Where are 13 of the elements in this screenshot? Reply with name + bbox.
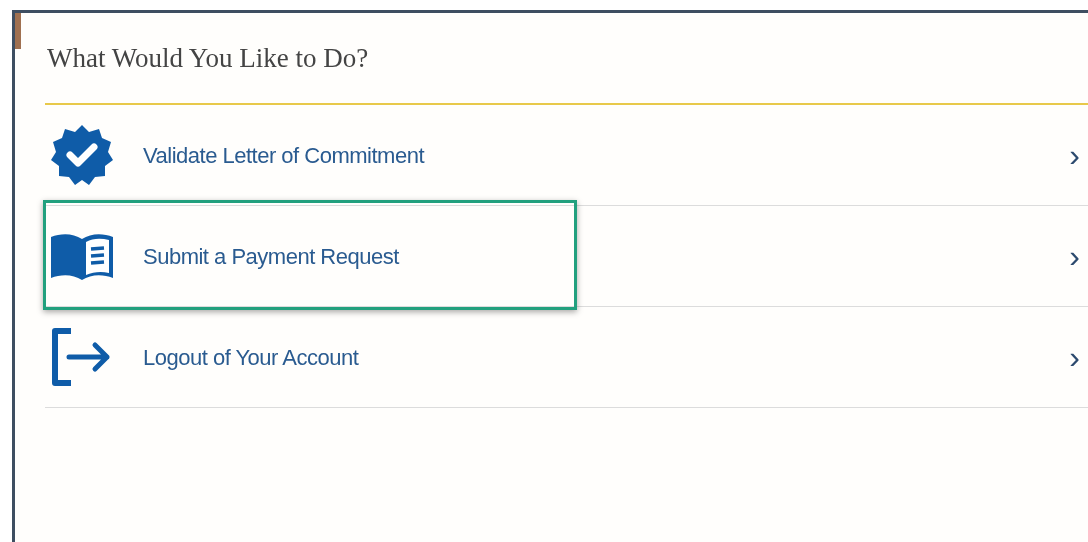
menu-item[interactable]: Validate Letter of Commitment › [45,105,1088,206]
panel-title: What Would You Like to Do? [46,41,369,75]
menu-item[interactable]: Logout of Your Account › [45,307,1088,408]
menu-item-label: Submit a Payment Request [143,242,399,271]
menu-item[interactable]: Submit a Payment Request › [45,206,1088,307]
chevron-icon: › [1069,341,1080,373]
book-icon [49,231,115,281]
menu-item-label: Validate Letter of Commitment [143,141,424,170]
chevron-icon: › [1069,139,1080,171]
corner-accent [15,13,21,49]
chevron-icon: › [1069,240,1080,272]
menu-item-label: Logout of Your Account [143,343,359,372]
badge-check-icon [49,124,115,186]
